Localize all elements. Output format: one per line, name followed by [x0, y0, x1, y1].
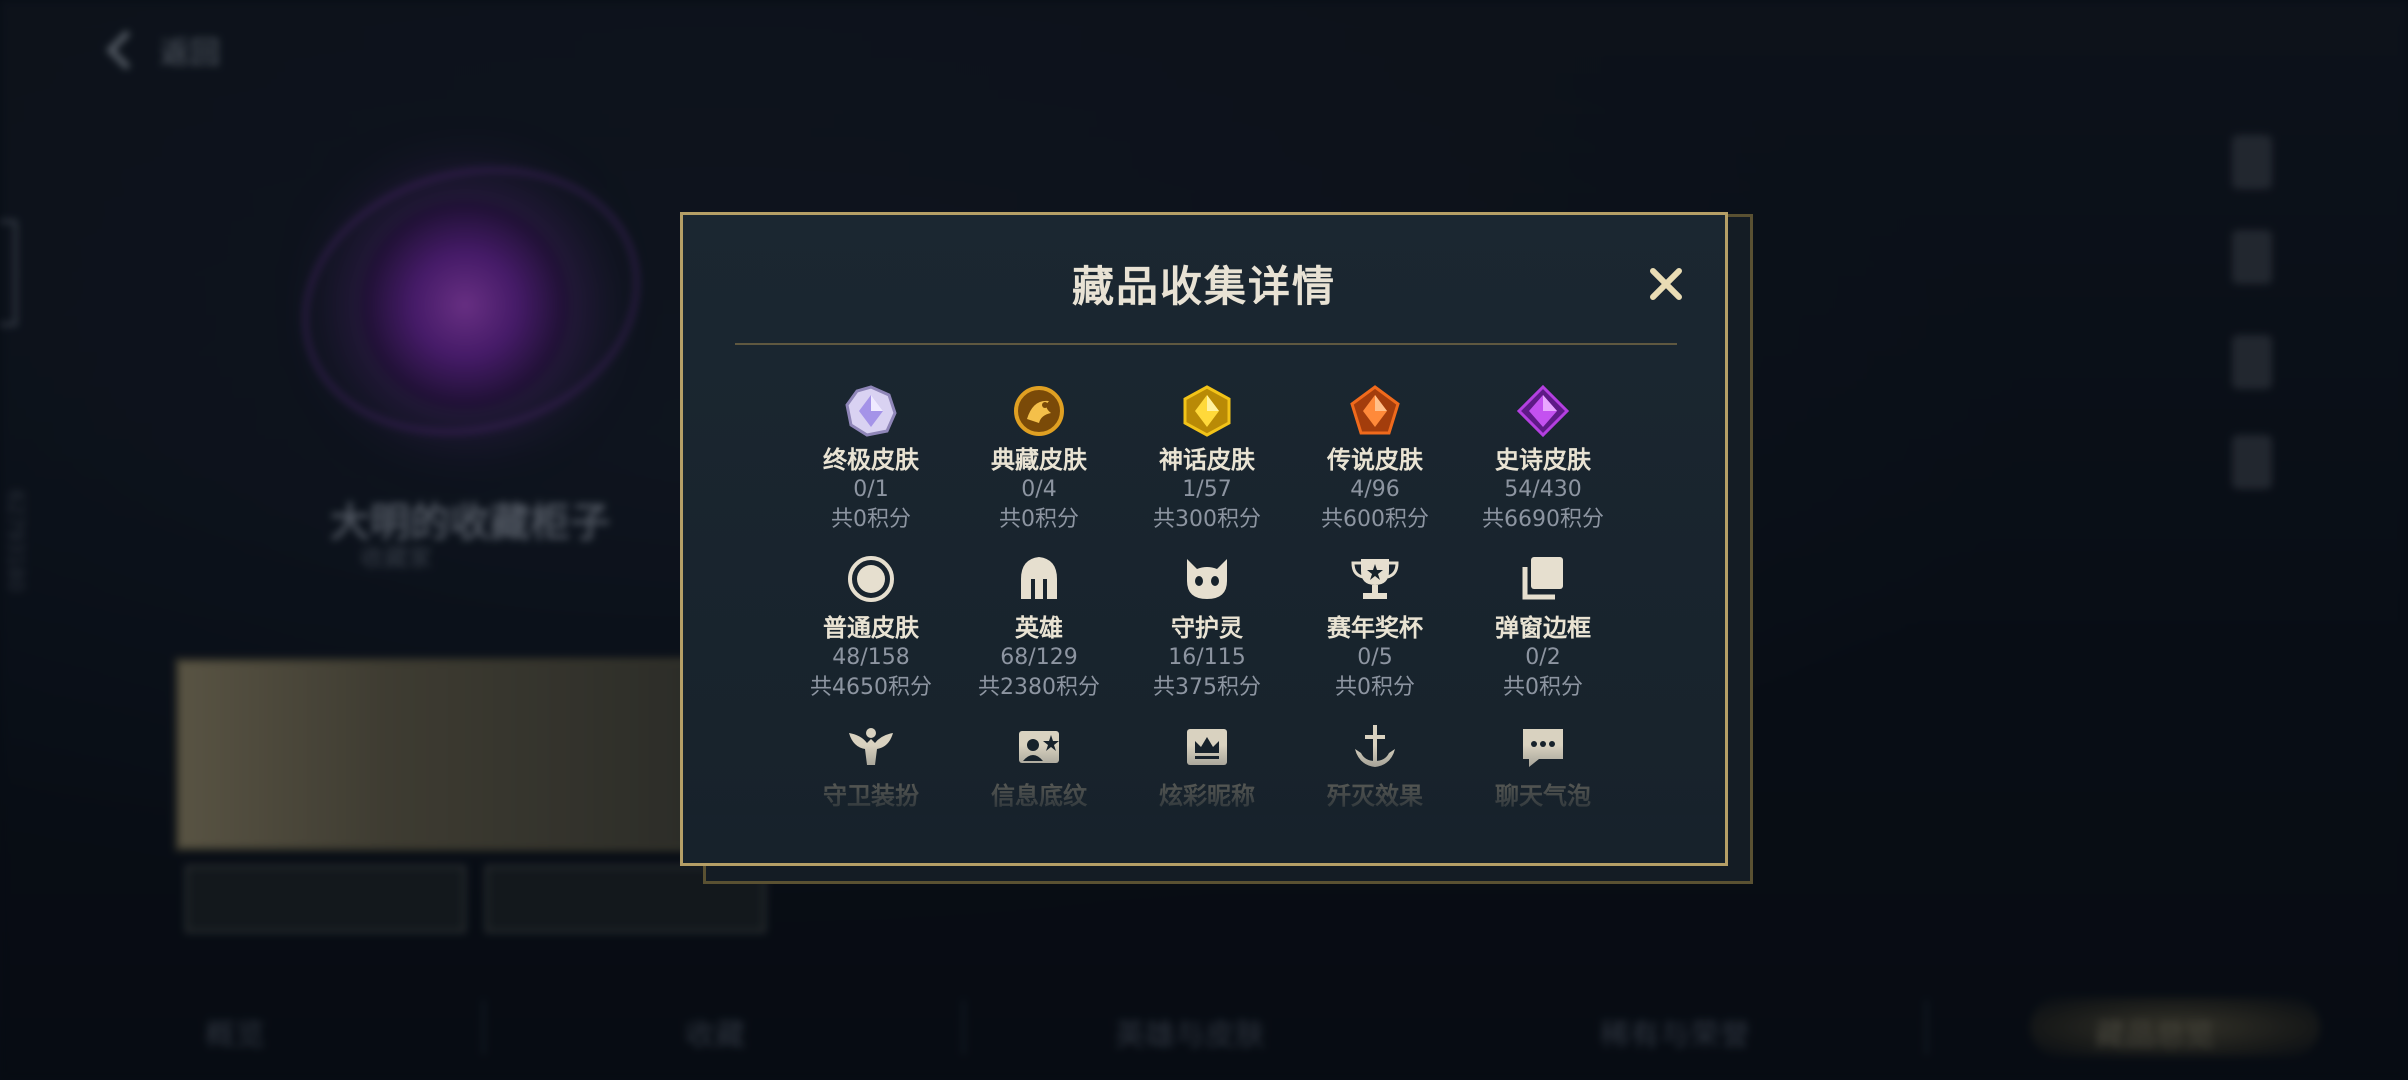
collection-grid: 终极皮肤 0/1 共0积分 典藏皮肤 0/4 共0积分 神话皮肤 1/57 共3…	[683, 375, 1725, 815]
modal-title: 藏品收集详情	[1071, 262, 1336, 311]
item-name: 守护灵	[1171, 614, 1243, 642]
popup-frame-icon	[1522, 557, 1563, 600]
item-points: 共300积分	[1153, 507, 1261, 532]
guard-outfit-icon	[849, 728, 893, 765]
normal-skin-icon	[848, 556, 894, 602]
item-name: 赛年奖杯	[1327, 614, 1423, 642]
epic-skin-icon	[1517, 385, 1569, 437]
item-name: 聊天气泡	[1495, 782, 1591, 810]
item-count: 16/115	[1168, 645, 1246, 670]
item-points: 共600积分	[1321, 507, 1429, 532]
colorful-nickname-icon	[1187, 729, 1227, 765]
collection-details-modal: 藏品收集详情 终极皮肤 0/1 共0积分 典藏皮肤 0/4 共0积分 神话皮肤 …	[680, 212, 1728, 866]
item-points: 共4650积分	[810, 675, 932, 700]
collection-item-colorful-nickname[interactable]: 炫彩昵称	[1123, 721, 1291, 811]
close-button[interactable]	[1643, 261, 1689, 307]
item-points: 共375积分	[1153, 675, 1261, 700]
item-name: 信息底纹	[991, 782, 1087, 810]
trophy-icon	[1351, 559, 1399, 599]
collection-item-mythic-skin[interactable]: 神话皮肤 1/57 共300积分	[1123, 385, 1291, 535]
item-name: 普通皮肤	[823, 614, 919, 642]
collection-item-hero[interactable]: 英雄 68/129 共2380积分	[955, 553, 1123, 703]
item-count: 54/430	[1504, 477, 1582, 502]
collection-item-legend-skin[interactable]: 传说皮肤 4/96 共600积分	[1291, 385, 1459, 535]
item-name: 终极皮肤	[823, 446, 919, 474]
mythic-skin-icon	[1183, 385, 1231, 437]
collection-item-guard-outfit[interactable]: 守卫装扮	[787, 721, 955, 811]
collection-item-popup-frame[interactable]: 弹窗边框 0/2 共0积分	[1459, 553, 1627, 703]
item-count: 0/1	[853, 477, 889, 502]
collection-item-season-trophy[interactable]: 赛年奖杯 0/5 共0积分	[1291, 553, 1459, 703]
ultimate-skin-icon	[845, 385, 897, 437]
item-name: 传说皮肤	[1327, 446, 1423, 474]
title-divider	[735, 343, 1677, 345]
collection-item-annihilation-effect[interactable]: 歼灭效果	[1291, 721, 1459, 811]
item-count: 48/158	[832, 645, 910, 670]
item-count: 0/2	[1525, 645, 1561, 670]
legend-skin-icon	[1350, 385, 1400, 435]
collection-item-epic-skin[interactable]: 史诗皮肤 54/430 共6690积分	[1459, 385, 1627, 535]
item-name: 英雄	[1015, 614, 1063, 642]
item-points: 共6690积分	[1482, 507, 1604, 532]
collection-item-ultimate-skin[interactable]: 终极皮肤 0/1 共0积分	[787, 385, 955, 535]
item-points: 共0积分	[1335, 675, 1415, 700]
item-count: 4/96	[1350, 477, 1400, 502]
item-points: 共0积分	[831, 507, 911, 532]
collection-item-chat-bubble[interactable]: 聊天气泡	[1459, 721, 1627, 811]
guardian-spirit-icon	[1187, 559, 1227, 599]
item-count: 0/4	[1021, 477, 1057, 502]
item-name: 歼灭效果	[1327, 782, 1423, 810]
item-name: 神话皮肤	[1159, 446, 1255, 474]
hero-helmet-icon	[1021, 557, 1057, 599]
collection-item-normal-skin[interactable]: 普通皮肤 48/158 共4650积分	[787, 553, 955, 703]
item-points: 共0积分	[999, 507, 1079, 532]
item-points: 共2380积分	[978, 675, 1100, 700]
collection-item-info-pattern[interactable]: 信息底纹	[955, 721, 1123, 811]
item-count: 68/129	[1000, 645, 1078, 670]
collection-item-guardian[interactable]: 守护灵 16/115 共375积分	[1123, 553, 1291, 703]
item-count: 1/57	[1182, 477, 1232, 502]
annihilation-effect-icon	[1355, 725, 1395, 767]
item-name: 史诗皮肤	[1495, 446, 1591, 474]
close-icon	[1650, 268, 1682, 300]
item-points: 共0积分	[1503, 675, 1583, 700]
item-name: 炫彩昵称	[1159, 782, 1255, 810]
treasured-skin-icon	[1014, 386, 1064, 436]
item-name: 弹窗边框	[1495, 614, 1591, 642]
item-name: 守卫装扮	[823, 782, 919, 810]
chat-bubble-icon	[1523, 729, 1563, 767]
item-name: 典藏皮肤	[991, 446, 1087, 474]
info-pattern-icon	[1019, 731, 1059, 763]
collection-item-treasured-skin[interactable]: 典藏皮肤 0/4 共0积分	[955, 385, 1123, 535]
item-count: 0/5	[1357, 645, 1393, 670]
